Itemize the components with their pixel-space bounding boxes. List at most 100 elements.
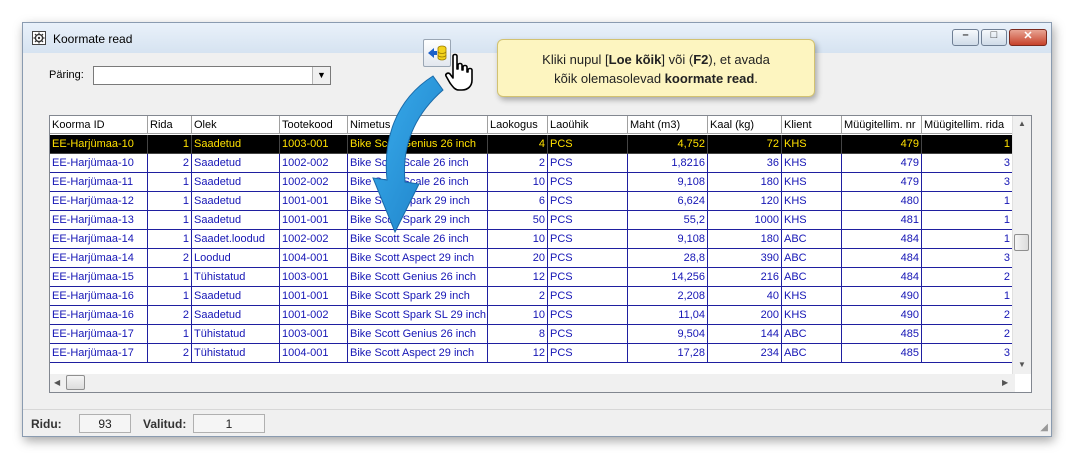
tooltip-bold-2: F2 [693, 52, 709, 67]
column-header[interactable]: Koorma ID [50, 116, 148, 134]
table-cell: Bike Scott Genius 26 inch [348, 135, 488, 154]
column-header[interactable]: Müügitellim. nr [842, 116, 922, 134]
vertical-scrollbar[interactable]: ▲ ▼ [1012, 116, 1031, 374]
table-row[interactable]: EE-Harjümaa-10 2 Saadetud 1002-002 Bike Scot… [50, 154, 1013, 173]
horizontal-scrollbar[interactable]: ◀ ▶ [50, 374, 1015, 392]
scroll-left-icon[interactable]: ◀ [54, 378, 60, 387]
column-header[interactable]: Maht (m3) [628, 116, 708, 134]
table-cell: EE-Harjümaa-14 [50, 249, 148, 268]
table-row[interactable]: EE-Harjümaa-17 1 Tühistatud 1003-001 Bike Sc… [50, 325, 1013, 344]
table-cell: 14,256 [628, 268, 708, 287]
table-cell: 234 [708, 344, 782, 363]
table-cell: 17,28 [628, 344, 708, 363]
table-cell: 9,108 [628, 230, 708, 249]
table-cell: 12 [488, 268, 548, 287]
table-cell: 2,208 [628, 287, 708, 306]
table-cell: 12 [488, 344, 548, 363]
hand-cursor-icon [445, 53, 473, 91]
table-cell: 72 [708, 135, 782, 154]
table-cell: 50 [488, 211, 548, 230]
column-header[interactable]: Kaal (kg) [708, 116, 782, 134]
table-cell: Bike Scott Genius 26 inch [348, 325, 488, 344]
tooltip-bold-3: koormate read [664, 71, 755, 86]
tooltip-text-1: Kliki nupul [ [542, 52, 609, 67]
table-row[interactable]: EE-Harjümaa-14 2 Loodud 1004-001 Bike Scott … [50, 249, 1013, 268]
table-cell: 1003-001 [280, 325, 348, 344]
table-cell: 1 [922, 211, 1013, 230]
table-cell: 180 [708, 230, 782, 249]
scroll-down-icon[interactable]: ▼ [1018, 360, 1026, 369]
table-cell: 479 [842, 173, 922, 192]
close-button[interactable]: ✕ [1009, 29, 1047, 46]
table-cell: 3 [922, 173, 1013, 192]
table-row[interactable]: EE-Harjümaa-17 2 Tühistatud 1004-001 Bike Sc… [50, 344, 1013, 363]
table-row-selected[interactable]: EE-Harjümaa-10 1 Saadetud 1003-001 Bike Scot… [50, 135, 1013, 154]
table-row[interactable]: EE-Harjümaa-12 1 Saadetud 1001-001 Bike Scot… [50, 192, 1013, 211]
vertical-scroll-thumb[interactable] [1014, 234, 1029, 251]
table-cell: Saadetud [192, 287, 280, 306]
table-cell: Bike Scott Spark 29 inch [348, 211, 488, 230]
table-cell: PCS [548, 325, 628, 344]
table-cell: Tühistatud [192, 268, 280, 287]
row-count-value: 93 [79, 414, 131, 433]
table-cell: 55,2 [628, 211, 708, 230]
table-cell: Bike Scott Spark 29 inch [348, 192, 488, 211]
table-cell: 180 [708, 173, 782, 192]
table-cell: 485 [842, 325, 922, 344]
table-cell: 2 [148, 344, 192, 363]
table-row[interactable]: EE-Harjümaa-14 1 Saadet.loodud 1002-002 Bike… [50, 230, 1013, 249]
table-cell: EE-Harjümaa-13 [50, 211, 148, 230]
tooltip-text-4: kõik olemasolevad [554, 71, 665, 86]
table-cell: 36 [708, 154, 782, 173]
resize-grip-icon[interactable]: ◢ [1040, 422, 1048, 433]
table-cell: 490 [842, 287, 922, 306]
table-row[interactable]: EE-Harjümaa-15 1 Tühistatud 1003-001 Bike Sc… [50, 268, 1013, 287]
table-cell: 1002-002 [280, 154, 348, 173]
table-cell: KHS [782, 306, 842, 325]
table-row[interactable]: EE-Harjümaa-16 1 Saadetud 1001-001 Bike Scot… [50, 287, 1013, 306]
window-gear-icon [32, 31, 46, 45]
table-cell: Bike Scott Scale 26 inch [348, 173, 488, 192]
column-header[interactable]: Klient [782, 116, 842, 134]
grid-header: Koorma ID Rida Olek Tootekood Nimetus Laokogu… [50, 116, 1031, 135]
table-cell: Saadetud [192, 173, 280, 192]
column-header[interactable]: Nimetus [348, 116, 488, 134]
chevron-down-icon[interactable]: ▼ [312, 67, 330, 84]
close-icon: ✕ [1023, 30, 1033, 42]
table-cell: 6 [488, 192, 548, 211]
table-row[interactable]: EE-Harjümaa-13 1 Saadetud 1001-001 Bike Scot… [50, 211, 1013, 230]
table-cell: EE-Harjümaa-11 [50, 173, 148, 192]
minimize-button[interactable]: – [952, 29, 979, 46]
table-cell: Tühistatud [192, 344, 280, 363]
column-header[interactable]: Laokogus [488, 116, 548, 134]
table-cell: 479 [842, 135, 922, 154]
load-rows-grid[interactable]: Koorma ID Rida Olek Tootekood Nimetus Laokogu… [49, 115, 1032, 393]
table-cell: KHS [782, 211, 842, 230]
table-cell: 485 [842, 344, 922, 363]
tooltip-text-2: ] või ( [661, 52, 694, 67]
table-cell: 1001-001 [280, 192, 348, 211]
table-cell: EE-Harjümaa-10 [50, 135, 148, 154]
table-cell: 2 [148, 154, 192, 173]
query-select[interactable]: ▼ [93, 66, 331, 85]
table-cell: EE-Harjümaa-12 [50, 192, 148, 211]
scroll-up-icon[interactable]: ▲ [1018, 119, 1026, 128]
column-header[interactable]: Olek [192, 116, 280, 134]
table-cell: 8 [488, 325, 548, 344]
column-header[interactable]: Müügitellim. rida [922, 116, 1013, 134]
table-cell: 1004-001 [280, 249, 348, 268]
table-cell: PCS [548, 287, 628, 306]
table-row[interactable]: EE-Harjümaa-16 2 Saadetud 1001-002 Bike Scot… [50, 306, 1013, 325]
column-header[interactable]: Rida [148, 116, 192, 134]
column-header[interactable]: Tootekood [280, 116, 348, 134]
main-window: Koormate read – □ ✕ Päring: ▼ Kliki nupu… [22, 22, 1052, 437]
table-row[interactable]: EE-Harjümaa-11 1 Saadetud 1002-002 Bike Scot… [50, 173, 1013, 192]
column-header[interactable]: Laoühik [548, 116, 628, 134]
scroll-right-icon[interactable]: ▶ [1002, 378, 1008, 387]
maximize-button[interactable]: □ [981, 29, 1007, 46]
table-cell: ABC [782, 344, 842, 363]
table-cell: 484 [842, 249, 922, 268]
hint-tooltip: Kliki nupul [Loe kõik] või (F2), et avad… [497, 39, 815, 97]
horizontal-scroll-thumb[interactable] [66, 375, 85, 390]
table-cell: KHS [782, 287, 842, 306]
